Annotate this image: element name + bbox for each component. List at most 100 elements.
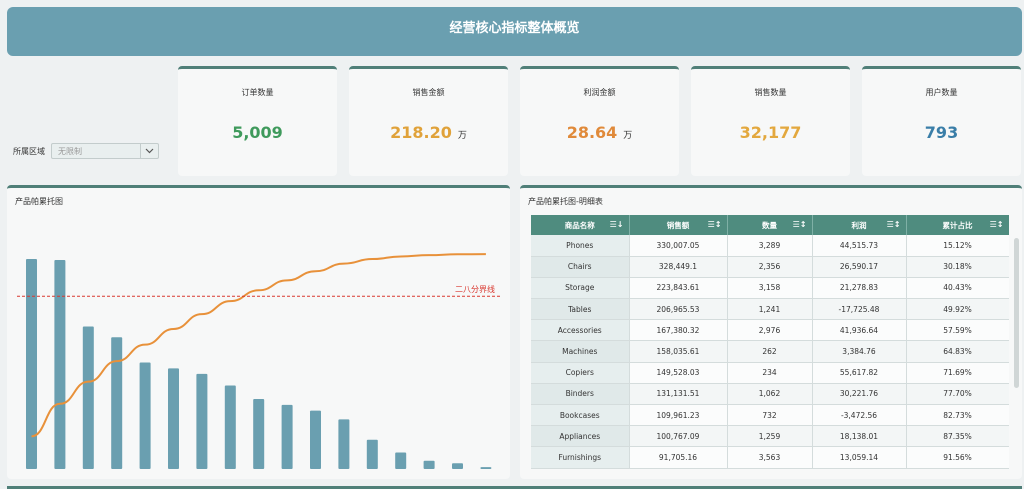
- detail-table: 商品名称 ☰↓ 销售额 ☰↕ 数量 ☰↕ 利润 ☰↕ 累计占比 ☰↕ Phones 330,…: [531, 215, 1009, 471]
- chart-bar[interactable]: [82, 326, 94, 469]
- table-row[interactable]: Storage 223,843.61 3,158 21,278.83 40.43%: [531, 277, 1009, 300]
- kpi-label: 利润金额: [583, 88, 616, 97]
- chart-bar[interactable]: [26, 259, 37, 469]
- column-header-cumulative[interactable]: 累计占比 ☰↕: [906, 215, 1009, 235]
- threshold-label: 二八分界线: [455, 284, 495, 294]
- kpi-unit: 万: [623, 131, 633, 141]
- table-header-row: 商品名称 ☰↓ 销售额 ☰↕ 数量 ☰↕ 利润 ☰↕ 累计占比 ☰↕: [531, 215, 1009, 235]
- table-row[interactable]: Tables 206,965.53 1,241 -17,725.48 49.92%: [531, 298, 1009, 321]
- table-row[interactable]: Phones 330,007.05 3,289 44,515.73 15.12%: [531, 235, 1009, 257]
- chart-bar[interactable]: [310, 410, 321, 469]
- cell-quantity: 3,289: [727, 235, 813, 257]
- cell-profit: 18,138.01: [812, 425, 907, 448]
- cell-name: Copiers: [531, 362, 630, 384]
- cell-sales: 328,449.1: [629, 256, 728, 278]
- table-row[interactable]: Appliances 100,767.09 1,259 18,138.01 87.35%: [531, 425, 1009, 448]
- chart-bar[interactable]: [395, 452, 407, 469]
- cell-cumulative: 82.73%: [906, 404, 1009, 427]
- cell-name: Bookcases: [531, 404, 630, 427]
- table-row[interactable]: Copiers 149,528.03 234 55,617.82 71.69%: [531, 362, 1009, 384]
- column-header-name[interactable]: 商品名称 ☰↓: [531, 215, 630, 235]
- chevron-down-icon[interactable]: [140, 144, 158, 158]
- cell-quantity: 1,241: [727, 298, 813, 321]
- pareto-chart-panel: 产品帕累托图 二八分界线: [7, 185, 510, 479]
- kpi-label: 销售金额: [412, 88, 445, 97]
- cell-name: Accessories: [531, 319, 630, 342]
- kpi-card-profit: 利润金额 28.64 万: [520, 66, 679, 176]
- cell-quantity: 3,563: [727, 446, 813, 469]
- column-header-sales[interactable]: 销售额 ☰↕: [629, 215, 728, 235]
- kpi-label: 用户数量: [925, 88, 958, 97]
- cell-cumulative: 91.56%: [906, 446, 1009, 469]
- table-row[interactable]: Machines 158,035.61 262 3,384.76 64.83%: [531, 340, 1009, 363]
- table-scrollbar[interactable]: [1014, 238, 1019, 388]
- column-header-quantity[interactable]: 数量 ☰↕: [727, 215, 813, 235]
- cell-cumulative: 71.69%: [906, 362, 1009, 384]
- chart-bar[interactable]: [139, 362, 151, 469]
- pareto-table-panel: 产品帕累托图-明细表 商品名称 ☰↓ 销售额 ☰↕ 数量 ☰↕ 利润 ☰↕ 累计占比 ☰↕…: [520, 185, 1022, 479]
- cell-cumulative: 57.59%: [906, 319, 1009, 342]
- cell-name: Phones: [531, 235, 630, 257]
- sort-icon[interactable]: ☰↕: [708, 220, 722, 229]
- cell-profit: 44,515.73: [812, 235, 907, 257]
- cell-quantity: 732: [727, 404, 813, 427]
- sort-icon[interactable]: ☰↕: [990, 220, 1004, 229]
- sort-icon[interactable]: ☰↕: [887, 220, 901, 229]
- cell-name: Chairs: [531, 256, 630, 278]
- table-row[interactable]: Bookcases 109,961.23 732 -3,472.56 82.73%: [531, 404, 1009, 427]
- chart-bar[interactable]: [338, 419, 350, 469]
- chart-bar[interactable]: [196, 373, 208, 469]
- chart-bar[interactable]: [253, 399, 265, 469]
- cell-profit: -17,725.48: [812, 298, 907, 321]
- cell-profit: 30,221.76: [812, 383, 907, 406]
- cell-quantity: 1,259: [727, 425, 813, 448]
- kpi-value: 5,009: [232, 123, 283, 142]
- cell-profit: 26,590.17: [812, 256, 907, 278]
- kpi-value: 28.64 万: [566, 123, 633, 142]
- cell-profit: -3,472.56: [812, 404, 907, 427]
- chart-bar[interactable]: [281, 404, 293, 469]
- pareto-chart: 二八分界线: [17, 253, 500, 469]
- chart-bar[interactable]: [480, 467, 492, 469]
- page-title: 经营核心指标整体概览: [449, 21, 580, 36]
- chart-bar[interactable]: [452, 463, 463, 469]
- cell-cumulative: 49.92%: [906, 298, 1009, 321]
- region-filter-value: 无限制: [58, 147, 82, 156]
- table-row[interactable]: Binders 131,131.51 1,062 30,221.76 77.70%: [531, 383, 1009, 406]
- cell-cumulative: 87.35%: [906, 425, 1009, 448]
- column-header-profit[interactable]: 利润 ☰↕: [812, 215, 907, 235]
- cell-profit: 41,936.64: [812, 319, 907, 342]
- cell-sales: 149,528.03: [629, 362, 728, 384]
- cell-profit: 55,617.82: [812, 362, 907, 384]
- sort-icon[interactable]: ☰↕: [793, 220, 807, 229]
- table-row[interactable]: Accessories 167,380.32 2,976 41,936.64 57.59…: [531, 319, 1009, 342]
- chart-bar[interactable]: [423, 460, 435, 469]
- cell-cumulative: 30.18%: [906, 256, 1009, 278]
- cell-sales: 158,035.61: [629, 340, 728, 363]
- chart-bar[interactable]: [366, 439, 378, 469]
- region-filter-select[interactable]: 无限制: [51, 143, 159, 159]
- cell-quantity: 262: [727, 340, 813, 363]
- cell-name: Appliances: [531, 425, 630, 448]
- table-row[interactable]: Chairs 328,449.1 2,356 26,590.17 30.18%: [531, 256, 1009, 278]
- cell-quantity: 234: [727, 362, 813, 384]
- chart-bar[interactable]: [224, 385, 236, 469]
- chart-bar[interactable]: [54, 259, 66, 469]
- sort-icon[interactable]: ☰↓: [610, 220, 624, 229]
- kpi-value: 793: [924, 123, 959, 142]
- cell-sales: 100,767.09: [629, 425, 728, 448]
- cell-quantity: 3,158: [727, 277, 813, 300]
- chart-bar[interactable]: [168, 368, 179, 469]
- table-row[interactable]: Furnishings 91,705.16 3,563 13,059.14 91.56%: [531, 446, 1009, 469]
- header-banner: 经营核心指标整体概览: [7, 7, 1022, 56]
- cell-sales: 206,965.53: [629, 298, 728, 321]
- cell-sales: 223,843.61: [629, 277, 728, 300]
- cell-cumulative: 15.12%: [906, 235, 1009, 257]
- cell-sales: 91,705.16: [629, 446, 728, 469]
- cell-name: Tables: [531, 298, 630, 321]
- cell-cumulative: 40.43%: [906, 277, 1009, 300]
- cell-sales: 167,380.32: [629, 319, 728, 342]
- chart-bar[interactable]: [111, 337, 123, 469]
- cell-sales: 330,007.05: [629, 235, 728, 257]
- cell-cumulative: 64.83%: [906, 340, 1009, 363]
